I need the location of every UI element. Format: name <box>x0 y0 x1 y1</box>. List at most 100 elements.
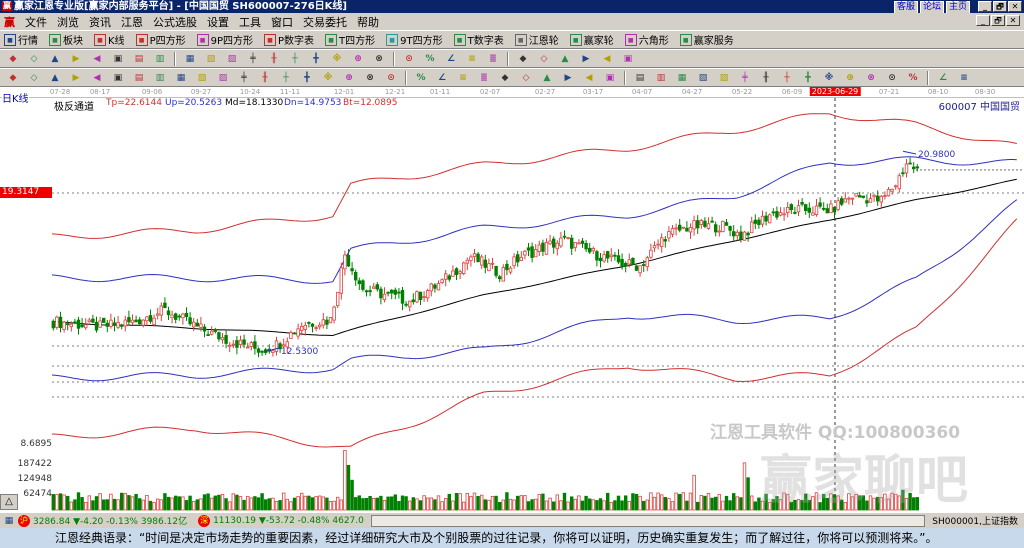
indicator-icon[interactable]: ▶ <box>70 53 82 65</box>
restore-button[interactable]: 🗗 <box>993 1 1007 12</box>
quote-grid-icon[interactable]: ▦ <box>3 515 15 527</box>
panel-toggle-button[interactable]: △ <box>0 494 18 510</box>
grid3-icon[interactable]: ▲ <box>541 72 553 84</box>
gann-line-icon[interactable]: ▲ <box>49 72 61 84</box>
toolbar-button-6[interactable]: ■ T四方形 <box>325 32 375 47</box>
calendar-icon[interactable]: ◆ <box>517 53 529 65</box>
red-box-icon[interactable]: ⊕ <box>343 72 355 84</box>
diamond2-icon[interactable]: ┼ <box>289 53 301 65</box>
calc-icon[interactable]: ◇ <box>538 53 550 65</box>
toolbar-button-12[interactable]: ■ 赢家服务 <box>679 32 734 47</box>
menu-trade[interactable]: 交易委托 <box>303 14 347 30</box>
percent-line-icon[interactable]: ▦ <box>676 72 688 84</box>
hand-icon[interactable]: ⊙ <box>403 53 415 65</box>
period-day-icon[interactable]: ◆ <box>7 53 19 65</box>
cursor-select-icon[interactable]: ▣ <box>112 53 124 65</box>
percent-fan-icon[interactable]: ▤ <box>634 72 646 84</box>
circle-icon[interactable]: ▥ <box>154 72 166 84</box>
table-icon[interactable]: ▣ <box>604 72 616 84</box>
nsquare-icon[interactable]: ▧ <box>196 72 208 84</box>
gann-line2-icon[interactable]: ▶ <box>70 72 82 84</box>
toolbar-button-3[interactable]: ■ P四方形 <box>135 32 186 47</box>
grid2-icon[interactable]: ⊗ <box>364 72 376 84</box>
angle3-icon[interactable]: ╋ <box>802 72 814 84</box>
crosshair-icon[interactable]: % <box>424 53 436 65</box>
box-icon[interactable]: ┼ <box>280 72 292 84</box>
report-icon[interactable]: ▲ <box>559 53 571 65</box>
menu-settings[interactable]: 设置 <box>207 14 229 30</box>
angle6-icon[interactable]: ⊗ <box>865 72 877 84</box>
angle-icon[interactable]: ▤ <box>133 72 145 84</box>
menu-formula-screener[interactable]: 公式选股 <box>153 14 197 30</box>
cube2-icon[interactable]: ≣ <box>478 72 490 84</box>
draw3-icon[interactable]: ≣ <box>487 53 499 65</box>
fib-icon[interactable]: ◀ <box>91 72 103 84</box>
minimize-button[interactable]: _ <box>978 1 992 12</box>
menu-file[interactable]: 文件 <box>25 14 47 30</box>
diamond3-icon[interactable]: ╋ <box>310 53 322 65</box>
toolbar-button-11[interactable]: ■ 六角形 <box>624 32 669 47</box>
diamond5-icon[interactable]: ⊕ <box>352 53 364 65</box>
angle4-icon[interactable]: ※ <box>823 72 835 84</box>
grid4-icon[interactable]: ▶ <box>562 72 574 84</box>
target-icon[interactable]: ╪ <box>238 72 250 84</box>
color-icon[interactable]: ▥ <box>154 53 166 65</box>
star-icon[interactable]: ╫ <box>259 72 271 84</box>
network-icon[interactable]: ◀ <box>601 53 613 65</box>
red-line-icon[interactable]: ※ <box>322 72 334 84</box>
indicator2-icon[interactable]: ◀ <box>91 53 103 65</box>
angle5-icon[interactable]: ⊕ <box>844 72 856 84</box>
child-restore-button[interactable]: 🗗 <box>991 15 1005 26</box>
menu-gann[interactable]: 江恩 <box>121 14 143 30</box>
cube-icon[interactable]: ≡ <box>457 72 469 84</box>
menu-help[interactable]: 帮助 <box>357 14 379 30</box>
toolbar-button-4[interactable]: ■ 9P四方形 <box>196 32 253 47</box>
toolbar-button-5[interactable]: ■ P数字表 <box>264 32 314 47</box>
gold2-icon[interactable]: ┼ <box>781 72 793 84</box>
hash-icon[interactable]: ▦ <box>175 72 187 84</box>
parallel-icon[interactable]: ◀ <box>583 72 595 84</box>
toolbar-button-10[interactable]: ■ 赢家轮 <box>569 32 614 47</box>
span-icon[interactable]: ⊙ <box>385 72 397 84</box>
first-icon[interactable]: ▦ <box>184 53 196 65</box>
diamond1-icon[interactable]: ╫ <box>268 53 280 65</box>
wave-infinity-icon[interactable]: ≡ <box>958 72 970 84</box>
child-minimize-button[interactable]: _ <box>976 15 990 26</box>
status-scrollbar[interactable] <box>370 514 926 527</box>
menu-tools[interactable]: 工具 <box>239 14 261 30</box>
time-icon[interactable]: ▣ <box>112 72 124 84</box>
child-close-button[interactable]: ✕ <box>1006 15 1020 26</box>
cross-out-icon[interactable]: ╫ <box>760 72 772 84</box>
wave-icon[interactable]: ╋ <box>301 72 313 84</box>
coin-icon[interactable]: ▧ <box>697 72 709 84</box>
toolbar-button-8[interactable]: ■ T数字表 <box>453 32 504 47</box>
menu-news[interactable]: 资讯 <box>89 14 111 30</box>
zoom-icon[interactable]: ▤ <box>133 53 145 65</box>
angle8-icon[interactable]: % <box>907 72 919 84</box>
draw2-icon[interactable]: ≡ <box>466 53 478 65</box>
fan-icon[interactable]: ∠ <box>436 72 448 84</box>
diamond6-icon[interactable]: ⊗ <box>373 53 385 65</box>
index-name[interactable]: SH000001,上证指数 <box>932 514 1018 527</box>
menu-browse[interactable]: 浏览 <box>57 14 79 30</box>
next-icon[interactable]: ╪ <box>247 53 259 65</box>
info-icon[interactable]: ▲ <box>49 53 61 65</box>
draw-icon[interactable]: ∠ <box>445 53 457 65</box>
zigzag-icon[interactable]: ◇ <box>520 72 532 84</box>
yinyang-icon[interactable]: ∠ <box>937 72 949 84</box>
arc-icon[interactable]: ▨ <box>217 72 229 84</box>
pen-icon[interactable]: ◆ <box>7 72 19 84</box>
prev-icon[interactable]: ▨ <box>226 53 238 65</box>
square-icon[interactable]: % <box>415 72 427 84</box>
diamond4-icon[interactable]: ※ <box>331 53 343 65</box>
close-button[interactable]: ✕ <box>1008 1 1022 12</box>
toolbar-button-9[interactable]: ■ 江恩轮 <box>514 32 559 47</box>
percent-icon[interactable]: ▥ <box>655 72 667 84</box>
gold-icon[interactable]: ▨ <box>718 72 730 84</box>
lamp-icon[interactable]: ╪ <box>739 72 751 84</box>
angle2-icon[interactable]: ◆ <box>499 72 511 84</box>
grid-icon[interactable]: ◇ <box>28 72 40 84</box>
trade-icon[interactable]: ▣ <box>622 53 634 65</box>
toolbar-button-1[interactable]: ■ 板块 <box>49 32 83 47</box>
toolbar-button-7[interactable]: ■ 9T四方形 <box>386 32 443 47</box>
